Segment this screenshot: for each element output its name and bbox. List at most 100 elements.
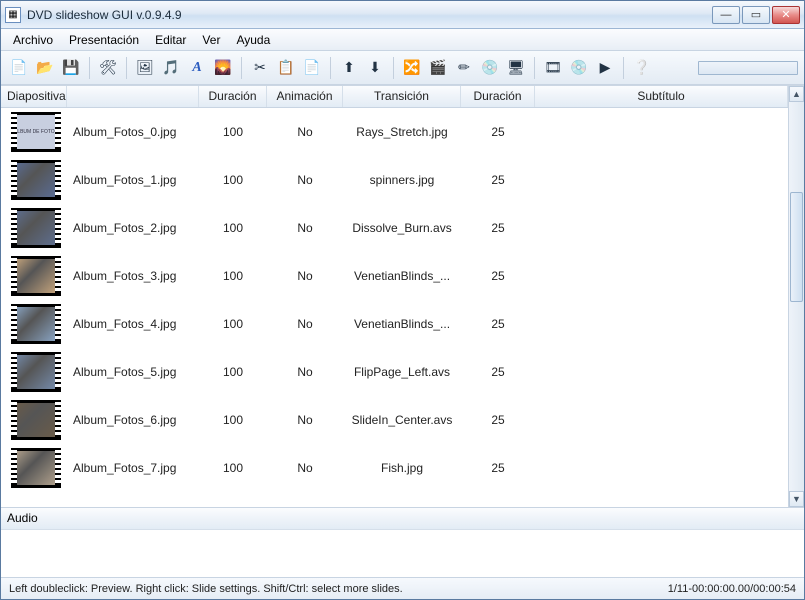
dvd-menu-icon: 💿 xyxy=(481,59,498,76)
cell-animation: No xyxy=(267,125,343,139)
move-up-icon: ⬆ xyxy=(343,59,355,76)
toolbar-open-button[interactable]: 📂 xyxy=(33,56,57,80)
minimize-button[interactable]: — xyxy=(712,6,740,24)
toolbar-transition-button[interactable]: 🔀 xyxy=(400,56,424,80)
toolbar-preview-button[interactable]: 🖥 xyxy=(504,56,528,80)
export-youtube-icon: ▶ xyxy=(600,59,611,76)
toolbar-cut-button[interactable]: ✂ xyxy=(248,56,272,80)
toolbar-animate-button[interactable]: 🎬 xyxy=(426,56,450,80)
row-thumb xyxy=(5,208,67,248)
cell-filename: Album_Fotos_2.jpg xyxy=(67,221,199,235)
col-blank[interactable] xyxy=(67,86,199,107)
scroll-thumb[interactable] xyxy=(790,192,803,302)
toolbar-move-up-button[interactable]: ⬆ xyxy=(337,56,361,80)
cell-trans-duration: 25 xyxy=(461,317,535,331)
scroll-track[interactable] xyxy=(789,102,804,491)
app-icon: ▦ xyxy=(5,7,21,23)
table-rows: ALBUM DE FOTOSAlbum_Fotos_0.jpg100NoRays… xyxy=(1,108,788,492)
cell-filename: Album_Fotos_1.jpg xyxy=(67,173,199,187)
export-video-icon: 🎞 xyxy=(544,59,562,76)
cell-filename: Album_Fotos_4.jpg xyxy=(67,317,199,331)
toolbar-separator xyxy=(89,57,90,79)
col-slide[interactable]: Diapositiva xyxy=(1,86,67,107)
toolbar-new-button[interactable]: 📄 xyxy=(7,56,31,80)
col-transition[interactable]: Transición xyxy=(343,86,461,107)
toolbar-export-video-button[interactable]: 🎞 xyxy=(541,56,565,80)
table-row[interactable]: Album_Fotos_3.jpg100NoVenetianBlinds_...… xyxy=(1,252,788,300)
close-button[interactable]: ✕ xyxy=(772,6,800,24)
toolbar-separator xyxy=(534,57,535,79)
filmstrip-icon: ALBUM DE FOTOS xyxy=(11,112,61,152)
toolbar-settings-button[interactable]: 🛠 xyxy=(96,56,120,80)
toolbar-copy-button[interactable]: 📋 xyxy=(274,56,298,80)
maximize-icon: ▭ xyxy=(751,8,761,21)
filmstrip-icon xyxy=(11,304,61,344)
menu-editar[interactable]: Editar xyxy=(147,31,194,49)
slide-thumbnail xyxy=(14,211,58,245)
scroll-up-button[interactable]: ▲ xyxy=(789,86,804,102)
cell-duration: 100 xyxy=(199,317,267,331)
audio-panel: Audio xyxy=(1,507,804,577)
audio-header[interactable]: Audio xyxy=(1,508,804,530)
cell-transition: Fish.jpg xyxy=(343,461,461,475)
cell-filename: Album_Fotos_5.jpg xyxy=(67,365,199,379)
row-thumb xyxy=(5,448,67,488)
toolbar-background-button[interactable]: 🌄 xyxy=(211,56,235,80)
copy-icon: 📋 xyxy=(277,59,294,76)
menu-ver[interactable]: Ver xyxy=(194,31,228,49)
cell-transition: VenetianBlinds_... xyxy=(343,269,461,283)
row-thumb: ALBUM DE FOTOS xyxy=(5,112,67,152)
table-row[interactable]: Album_Fotos_5.jpg100NoFlipPage_Left.avs2… xyxy=(1,348,788,396)
cell-duration: 100 xyxy=(199,413,267,427)
cut-icon: ✂ xyxy=(254,59,266,76)
filmstrip-icon xyxy=(11,352,61,392)
cell-trans-duration: 25 xyxy=(461,221,535,235)
scroll-down-button[interactable]: ▼ xyxy=(789,491,804,507)
col-duration1[interactable]: Duración xyxy=(199,86,267,107)
toolbar-dvd-menu-button[interactable]: 💿 xyxy=(478,56,502,80)
col-subtitle[interactable]: Subtítulo xyxy=(535,86,788,107)
slide-table[interactable]: Diapositiva Duración Animación Transició… xyxy=(1,86,788,507)
cell-transition: Dissolve_Burn.avs xyxy=(343,221,461,235)
toolbar-paste-button[interactable]: 📄 xyxy=(300,56,324,80)
subtitle-icon: ✏ xyxy=(458,59,470,76)
status-right: 1/11-00:00:00.00/00:00:54 xyxy=(668,583,796,595)
filmstrip-icon xyxy=(11,448,61,488)
toolbar-help-button[interactable]: ❔ xyxy=(630,56,654,80)
toolbar-font-button[interactable]: A xyxy=(185,56,209,80)
settings-icon: 🛠 xyxy=(99,59,117,76)
slide-thumbnail xyxy=(14,451,58,485)
table-row[interactable]: Album_Fotos_6.jpg100NoSlideIn_Center.avs… xyxy=(1,396,788,444)
toolbar-add-audio-button[interactable]: 🎵 xyxy=(159,56,183,80)
maximize-button[interactable]: ▭ xyxy=(742,6,770,24)
table-row[interactable]: ALBUM DE FOTOSAlbum_Fotos_0.jpg100NoRays… xyxy=(1,108,788,156)
row-thumb xyxy=(5,352,67,392)
toolbar-export-youtube-button[interactable]: ▶ xyxy=(593,56,617,80)
statusbar: Left doubleclick: Preview. Right click: … xyxy=(1,577,804,599)
toolbar-save-button[interactable]: 💾 xyxy=(59,56,83,80)
menu-ayuda[interactable]: Ayuda xyxy=(228,31,278,49)
status-left: Left doubleclick: Preview. Right click: … xyxy=(9,583,403,595)
cell-trans-duration: 25 xyxy=(461,365,535,379)
table-row[interactable]: Album_Fotos_2.jpg100NoDissolve_Burn.avs2… xyxy=(1,204,788,252)
menubar: ArchivoPresentaciónEditarVerAyuda xyxy=(1,29,804,51)
table-header: Diapositiva Duración Animación Transició… xyxy=(1,86,788,108)
col-animation[interactable]: Animación xyxy=(267,86,343,107)
vertical-scrollbar[interactable]: ▲ ▼ xyxy=(788,86,804,507)
cell-animation: No xyxy=(267,461,343,475)
toolbar-subtitle-button[interactable]: ✏ xyxy=(452,56,476,80)
toolbar-move-down-button[interactable]: ⬇ xyxy=(363,56,387,80)
col-duration2[interactable]: Duración xyxy=(461,86,535,107)
table-row[interactable]: Album_Fotos_1.jpg100Nospinners.jpg25 xyxy=(1,156,788,204)
menu-archivo[interactable]: Archivo xyxy=(5,31,61,49)
cell-duration: 100 xyxy=(199,221,267,235)
table-row[interactable]: Album_Fotos_7.jpg100NoFish.jpg25 xyxy=(1,444,788,492)
window-buttons: — ▭ ✕ xyxy=(712,6,800,24)
menu-presentación[interactable]: Presentación xyxy=(61,31,147,49)
toolbar-add-images-button[interactable]: 🖼 xyxy=(133,56,157,80)
cell-transition: FlipPage_Left.avs xyxy=(343,365,461,379)
audio-body[interactable] xyxy=(1,530,804,577)
row-thumb xyxy=(5,400,67,440)
toolbar-burn-dvd-button[interactable]: 💿 xyxy=(567,56,591,80)
table-row[interactable]: Album_Fotos_4.jpg100NoVenetianBlinds_...… xyxy=(1,300,788,348)
